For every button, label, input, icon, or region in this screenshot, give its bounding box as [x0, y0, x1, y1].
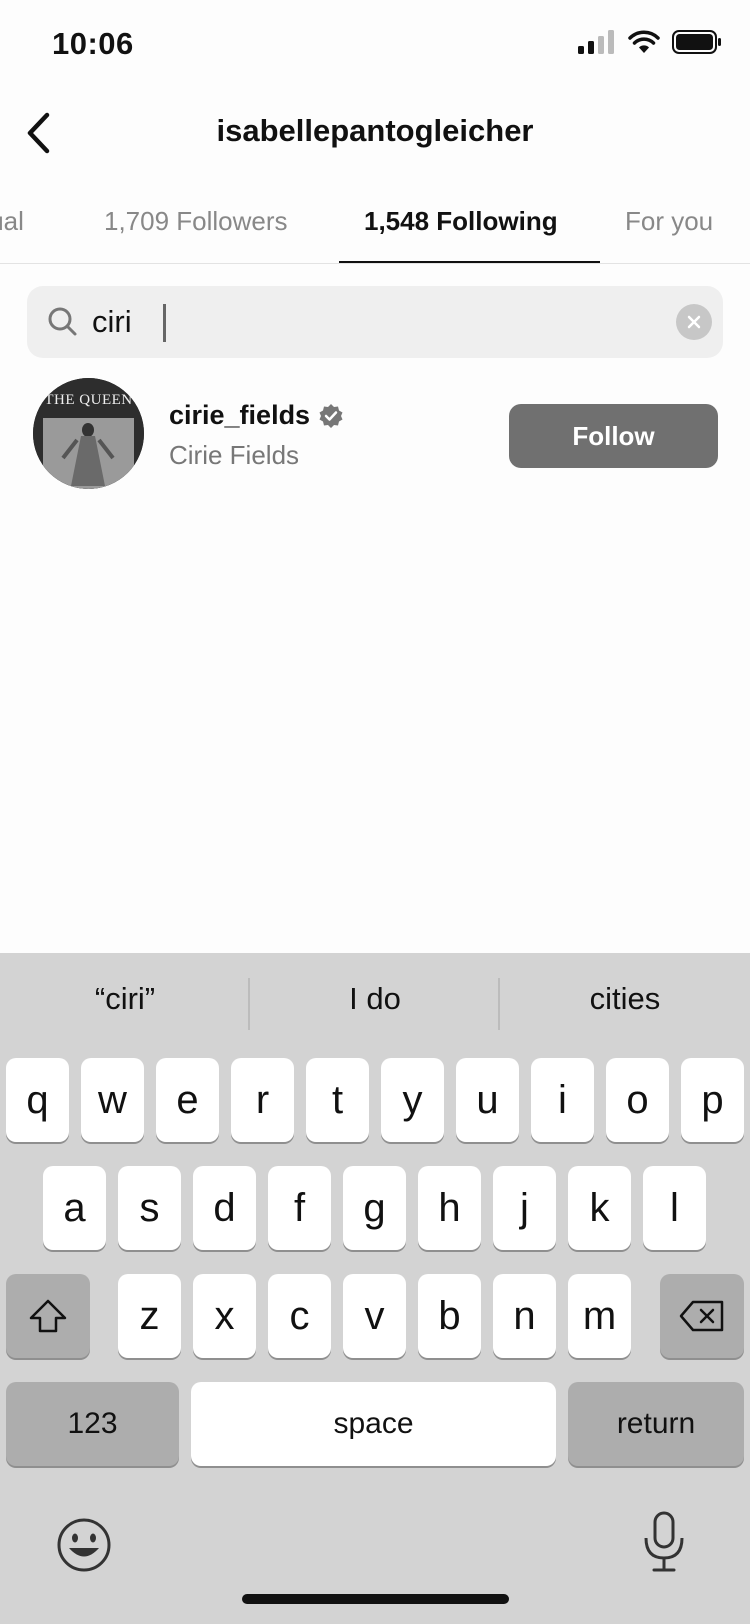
- tab-bar: tual 1,709 Followers 1,548 Following For…: [0, 190, 750, 264]
- verified-badge-icon: [319, 403, 343, 428]
- result-username: cirie_fields: [169, 400, 344, 431]
- key-k[interactable]: k: [568, 1166, 631, 1250]
- username-text: cirie_fields: [169, 400, 311, 430]
- key-l[interactable]: l: [643, 1166, 706, 1250]
- key-b[interactable]: b: [418, 1274, 481, 1358]
- active-tab-indicator: [339, 261, 600, 263]
- profile-header: isabellepantogleicher: [0, 95, 750, 171]
- key-v[interactable]: v: [343, 1274, 406, 1358]
- tab-following[interactable]: 1,548 Following: [364, 206, 558, 237]
- key-g[interactable]: g: [343, 1166, 406, 1250]
- key-j[interactable]: j: [493, 1166, 556, 1250]
- key-c[interactable]: c: [268, 1274, 331, 1358]
- suggestion-bar: “ciri” I do cities: [0, 953, 750, 1053]
- key-h[interactable]: h: [418, 1166, 481, 1250]
- key-i[interactable]: i: [531, 1058, 594, 1142]
- key-o[interactable]: o: [606, 1058, 669, 1142]
- home-indicator[interactable]: [242, 1594, 509, 1604]
- result-full-name: Cirie Fields: [169, 440, 300, 470]
- battery-icon: [672, 30, 721, 54]
- suggestion-3[interactable]: cities: [500, 981, 750, 1017]
- search-result-row[interactable]: THE QUEEN cirie_fields Cirie Fields Foll…: [0, 378, 750, 494]
- clear-search-button[interactable]: [676, 304, 712, 340]
- close-icon: [687, 315, 701, 329]
- key-d[interactable]: d: [193, 1166, 256, 1250]
- return-key[interactable]: return: [568, 1382, 744, 1466]
- key-y[interactable]: y: [381, 1058, 444, 1142]
- key-f[interactable]: f: [268, 1166, 331, 1250]
- tab-mutual[interactable]: tual: [0, 206, 24, 237]
- suggestion-2[interactable]: I do: [250, 981, 500, 1017]
- key-a[interactable]: a: [43, 1166, 106, 1250]
- text-caret: [163, 304, 166, 342]
- key-x[interactable]: x: [193, 1274, 256, 1358]
- key-z[interactable]: z: [118, 1274, 181, 1358]
- backspace-key[interactable]: [660, 1274, 744, 1358]
- emoji-icon: [57, 1518, 111, 1572]
- avatar[interactable]: THE QUEEN: [33, 378, 144, 489]
- key-q[interactable]: q: [6, 1058, 69, 1142]
- key-t[interactable]: t: [306, 1058, 369, 1142]
- key-p[interactable]: p: [681, 1058, 744, 1142]
- keyboard: “ciri” I do cities q w e r t y u i o p a…: [0, 953, 750, 1624]
- follow-button[interactable]: Follow: [509, 404, 718, 468]
- suggestion-1[interactable]: “ciri”: [0, 981, 250, 1017]
- search-input[interactable]: [92, 296, 652, 348]
- shift-key[interactable]: [6, 1274, 90, 1358]
- key-r[interactable]: r: [231, 1058, 294, 1142]
- key-n[interactable]: n: [493, 1274, 556, 1358]
- shift-icon: [29, 1299, 67, 1333]
- search-icon: [48, 307, 77, 336]
- key-u[interactable]: u: [456, 1058, 519, 1142]
- key-w[interactable]: w: [81, 1058, 144, 1142]
- search-bar[interactable]: [27, 286, 723, 358]
- tab-for-you[interactable]: For you: [625, 206, 713, 237]
- avatar-caption: THE QUEEN: [44, 392, 133, 408]
- tab-followers[interactable]: 1,709 Followers: [104, 206, 288, 237]
- status-icons: [578, 30, 722, 54]
- emoji-button[interactable]: [54, 1515, 114, 1575]
- key-m[interactable]: m: [568, 1274, 631, 1358]
- numbers-key[interactable]: 123: [6, 1382, 179, 1466]
- status-bar: 10:06: [0, 0, 750, 90]
- page-title: isabellepantogleicher: [216, 113, 534, 148]
- microphone-icon: [644, 1511, 684, 1572]
- space-key[interactable]: space: [191, 1382, 556, 1466]
- key-s[interactable]: s: [118, 1166, 181, 1250]
- backspace-icon: [679, 1300, 724, 1332]
- status-time: 10:06: [52, 26, 134, 61]
- wifi-icon: [628, 30, 660, 53]
- dictation-button[interactable]: [641, 1510, 687, 1574]
- cellular-signal-icon: [578, 30, 614, 54]
- key-e[interactable]: e: [156, 1058, 219, 1142]
